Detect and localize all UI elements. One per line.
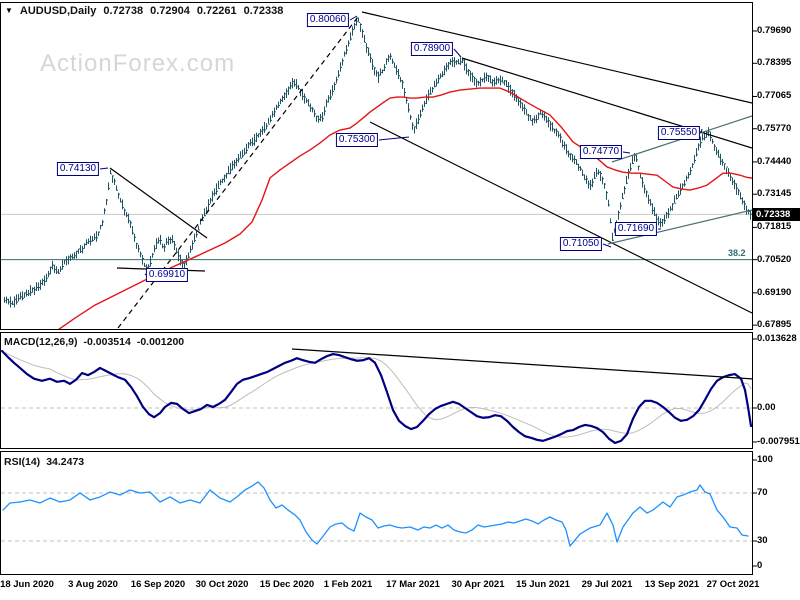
down-channel-line[interactable] [369, 121, 752, 314]
chart-canvas[interactable] [0, 0, 800, 600]
chart-window: ▼ AUDUSD,Daily 0.72738 0.72904 0.72261 0… [0, 0, 800, 600]
quote-high: 0.72904 [150, 5, 190, 17]
macd-title: MACD(12,26,9) -0.003514 -0.001200 [4, 336, 184, 348]
price-annotation-0.80060: 0.80060 [306, 13, 350, 27]
price-annotation-0.78900: 0.78900 [410, 42, 454, 56]
rsi-label: RSI(14) [4, 456, 41, 468]
macd-down-trendline [291, 348, 752, 380]
price-annotation-0.74770: 0.74770 [579, 145, 623, 159]
price-annotation-0.75300: 0.75300 [335, 133, 379, 147]
down-line-78900[interactable] [461, 57, 752, 149]
price-annotation-0.71690: 0.71690 [614, 222, 658, 236]
rsi-value: 34.2473 [46, 456, 85, 468]
symbol-timeframe-label: AUDUSD,Daily [19, 5, 97, 17]
price-annotation-0.69910: 0.69910 [145, 268, 189, 282]
macd-value: -0.003514 [83, 336, 131, 348]
quote-close: 0.72338 [243, 5, 284, 17]
rsi-plot [1, 481, 752, 547]
price-axis[interactable] [753, 0, 800, 575]
price-annotation-0.75550: 0.75550 [657, 126, 701, 140]
macd-label: MACD(12,26,9) [4, 336, 78, 348]
watermark: ActionForex.com [40, 50, 236, 77]
rsi-title: RSI(14) 34.2473 [4, 456, 84, 468]
down-line-74130[interactable] [109, 167, 208, 239]
price-annotation-0.71050: 0.71050 [559, 237, 603, 251]
macd-plot [1, 348, 752, 445]
macd-signal-value: -0.001200 [136, 336, 185, 348]
quote-low: 0.72261 [196, 5, 237, 17]
price-annotation-0.74130: 0.74130 [56, 162, 100, 176]
down-line-80060[interactable] [361, 11, 752, 104]
time-axis[interactable] [0, 575, 753, 600]
chart-header: ▼ AUDUSD,Daily 0.72738 0.72904 0.72261 0… [5, 5, 283, 17]
quote-open: 0.72738 [103, 5, 144, 17]
symbol-dropdown-icon[interactable]: ▼ [5, 7, 13, 15]
fib-382-label: 38.2 [728, 247, 746, 258]
